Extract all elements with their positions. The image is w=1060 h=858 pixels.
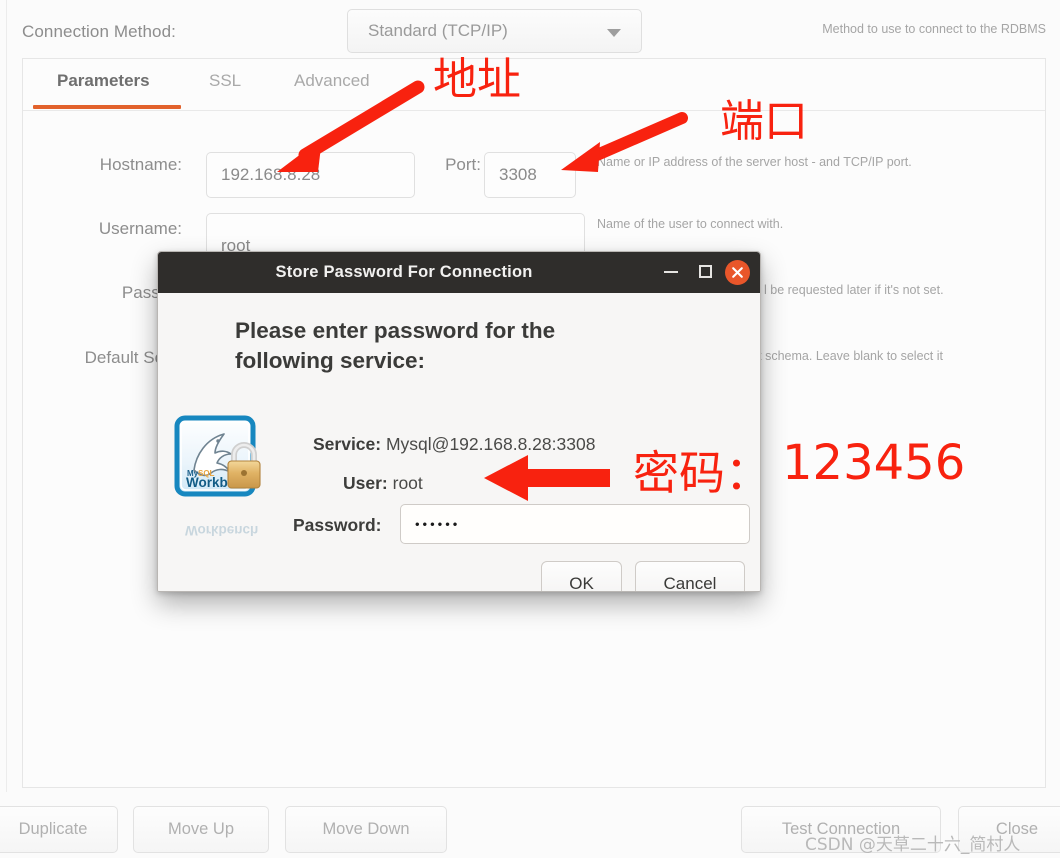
move-up-button[interactable]: Move Up	[133, 806, 269, 853]
hostname-label: Hostname:	[99, 155, 182, 174]
password-masked-value: ••••••	[415, 516, 461, 532]
watermark: CSDN @天草二十六_简村人	[805, 835, 1021, 855]
password-label: Passw	[121, 283, 172, 302]
user-label: User:	[343, 473, 388, 493]
annotation-password-label: 密码：	[633, 446, 771, 500]
password-hint: l be requested later if it's not set.	[764, 283, 944, 297]
connection-method-hint: Method to use to connect to the RDBMS	[822, 22, 1046, 36]
logo-reflection: Workbench	[177, 512, 269, 546]
connection-method-label: Connection Method:	[22, 22, 176, 41]
minimize-icon[interactable]	[664, 271, 678, 273]
connection-method-value: Standard (TCP/IP)	[368, 21, 508, 40]
connection-method-row: Connection Method: Standard (TCP/IP) Met…	[0, 0, 1060, 55]
username-label: Username:	[98, 219, 182, 238]
dialog-titlebar[interactable]: Store Password For Connection	[158, 252, 760, 293]
username-hint: Name of the user to connect with.	[597, 217, 784, 231]
service-label: Service:	[313, 434, 382, 454]
dialog-password-label: Password:	[293, 515, 382, 535]
mysql-workbench-logo-icon: My SQL Workbench	[174, 415, 270, 511]
port-input[interactable]: 3308	[484, 152, 576, 198]
port-label: Port:	[445, 155, 481, 174]
default-schema-label: Default Sche	[84, 348, 182, 367]
annotation-address: 地址	[433, 54, 521, 105]
tab-parameters[interactable]: Parameters	[57, 71, 150, 91]
annotation-port: 端口	[720, 96, 808, 147]
user-row: User: root	[343, 473, 423, 494]
hostport-hint: Name or IP address of the server host - …	[597, 155, 912, 169]
store-password-dialog: Store Password For Connection Please ent…	[157, 251, 761, 592]
tabstrip: Parameters SSL Advanced	[23, 59, 1045, 111]
tab-advanced[interactable]: Advanced	[294, 71, 370, 91]
service-value: Mysql@192.168.8.28:3308	[385, 434, 596, 454]
close-icon[interactable]	[725, 260, 750, 285]
chevron-down-icon	[607, 29, 621, 37]
hostname-input[interactable]: 192.168.8.28	[206, 152, 415, 198]
user-value: root	[392, 473, 423, 493]
duplicate-button[interactable]: Duplicate	[0, 806, 118, 853]
annotation-password-value: 123456	[782, 435, 966, 491]
service-row: Service: Mysql@192.168.8.28:3308	[313, 434, 595, 455]
svg-text:Workbench: Workbench	[185, 523, 258, 538]
dialog-heading: Please enter password for the following …	[235, 318, 556, 373]
dialog-cancel-button[interactable]: Cancel	[635, 561, 745, 591]
tab-ssl[interactable]: SSL	[209, 71, 241, 91]
screenshot-root: Connection Method: Standard (TCP/IP) Met…	[0, 0, 1060, 858]
default-schema-hint: fault schema. Leave blank to select it	[738, 349, 943, 363]
port-value: 3308	[499, 165, 537, 184]
window-left-rail-inner	[6, 0, 7, 858]
hostname-value: 192.168.8.28	[221, 165, 321, 184]
active-tab-underline	[33, 105, 181, 109]
dialog-password-input[interactable]: ••••••	[400, 504, 750, 544]
move-down-button[interactable]: Move Down	[285, 806, 447, 853]
maximize-icon[interactable]	[699, 265, 712, 278]
dialog-ok-button[interactable]: OK	[541, 561, 622, 591]
